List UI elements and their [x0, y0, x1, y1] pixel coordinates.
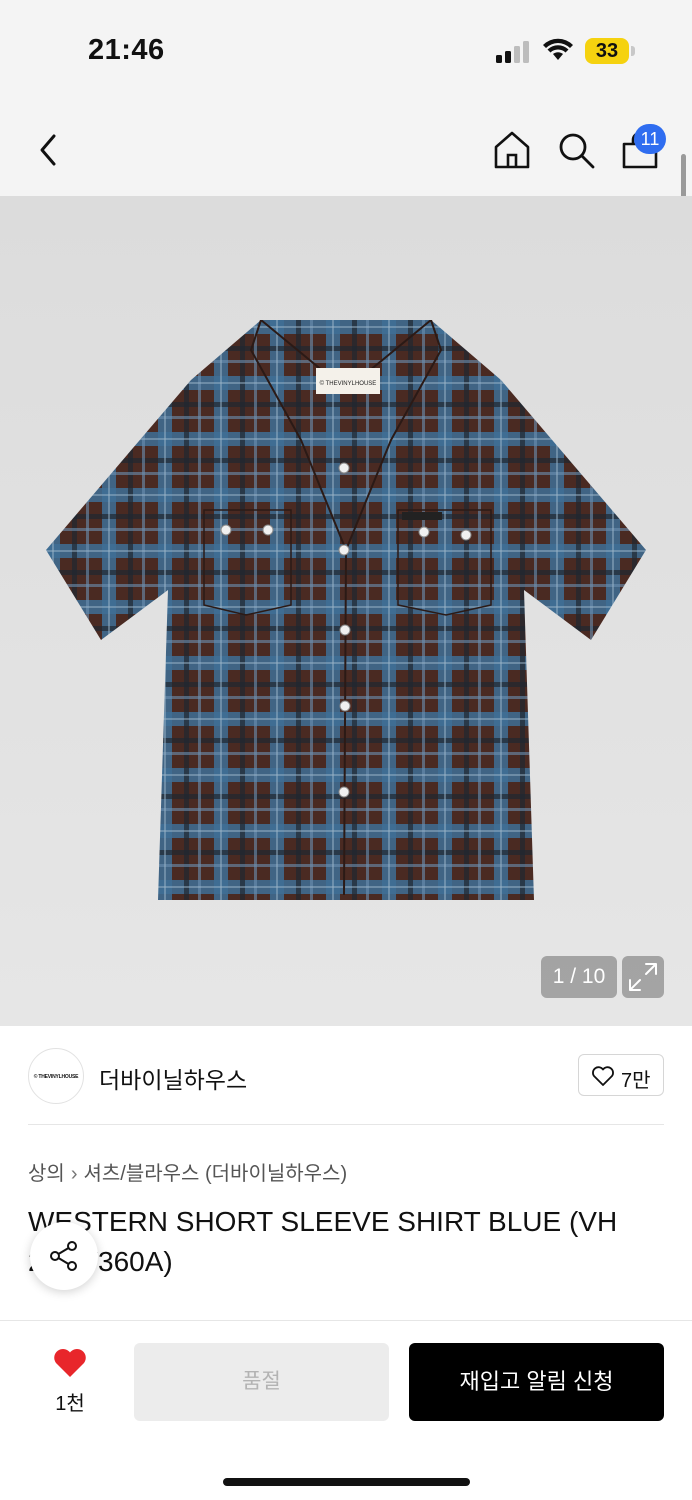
- battery-icon: 33: [585, 38, 635, 64]
- expand-image-button[interactable]: [622, 956, 664, 998]
- image-counter: 1 / 10: [541, 956, 617, 998]
- status-time: 21:46: [88, 34, 165, 66]
- svg-text:© THEVINYLHOUSE: © THEVINYLHOUSE: [320, 380, 377, 387]
- cart-count-badge: 11: [634, 124, 666, 154]
- brand-logo[interactable]: © THEVINYLHOUSE: [28, 1048, 84, 1104]
- battery-level: 33: [585, 38, 629, 64]
- cellular-signal-icon: [496, 41, 529, 63]
- restock-alert-button[interactable]: 재입고 알림 신청: [409, 1343, 664, 1421]
- battery-tip: [631, 46, 635, 56]
- breadcrumb-item-subcategory[interactable]: 셔츠/블라우스 (더바이닐하우스): [83, 1157, 347, 1186]
- status-bar: 21:46 33: [0, 0, 692, 100]
- brand-like-button[interactable]: 7만: [578, 1054, 664, 1096]
- back-icon[interactable]: [34, 132, 64, 168]
- share-icon: [50, 1241, 77, 1271]
- top-nav-bar: 11: [0, 100, 692, 196]
- share-button[interactable]: [30, 1222, 98, 1290]
- product-title-line-1: WESTERN SHORT SLEEVE SHIRT BLUE (VH: [28, 1206, 618, 1237]
- wifi-icon: [543, 38, 573, 60]
- home-icon[interactable]: [492, 130, 532, 170]
- product-title-line-2: 2 UW360A): [28, 1246, 173, 1277]
- heart-icon: [54, 1349, 86, 1377]
- product-image-gallery[interactable]: © THEVINYLHOUSE 1 / 10: [0, 196, 692, 1026]
- heart-outline-icon: [592, 1066, 614, 1086]
- product-image: © THEVINYLHOUSE: [46, 320, 646, 900]
- wishlist-button[interactable]: 1천: [40, 1345, 100, 1415]
- breadcrumb: 상의 › 셔츠/블라우스 (더바이닐하우스): [28, 1157, 347, 1186]
- brand-like-count: 7만: [621, 1070, 651, 1092]
- chevron-right-icon: ›: [70, 1163, 78, 1185]
- expand-icon: [629, 963, 657, 991]
- home-indicator[interactable]: [223, 1478, 470, 1486]
- search-icon[interactable]: [556, 130, 596, 170]
- soldout-button: 품절: [134, 1343, 389, 1421]
- wishlist-count: 1천: [55, 1393, 85, 1415]
- product-title: WESTERN SHORT SLEEVE SHIRT BLUE (VH 2 UW…: [28, 1202, 664, 1282]
- brand-row: © THEVINYLHOUSE 더바이닐하우스 7만: [0, 1026, 692, 1126]
- brand-name[interactable]: 더바이닐하우스: [99, 1061, 247, 1095]
- divider: [28, 1124, 664, 1125]
- bottom-action-bar: 1천 품절 재입고 알림 신청: [0, 1320, 692, 1500]
- breadcrumb-item-category[interactable]: 상의: [28, 1157, 65, 1186]
